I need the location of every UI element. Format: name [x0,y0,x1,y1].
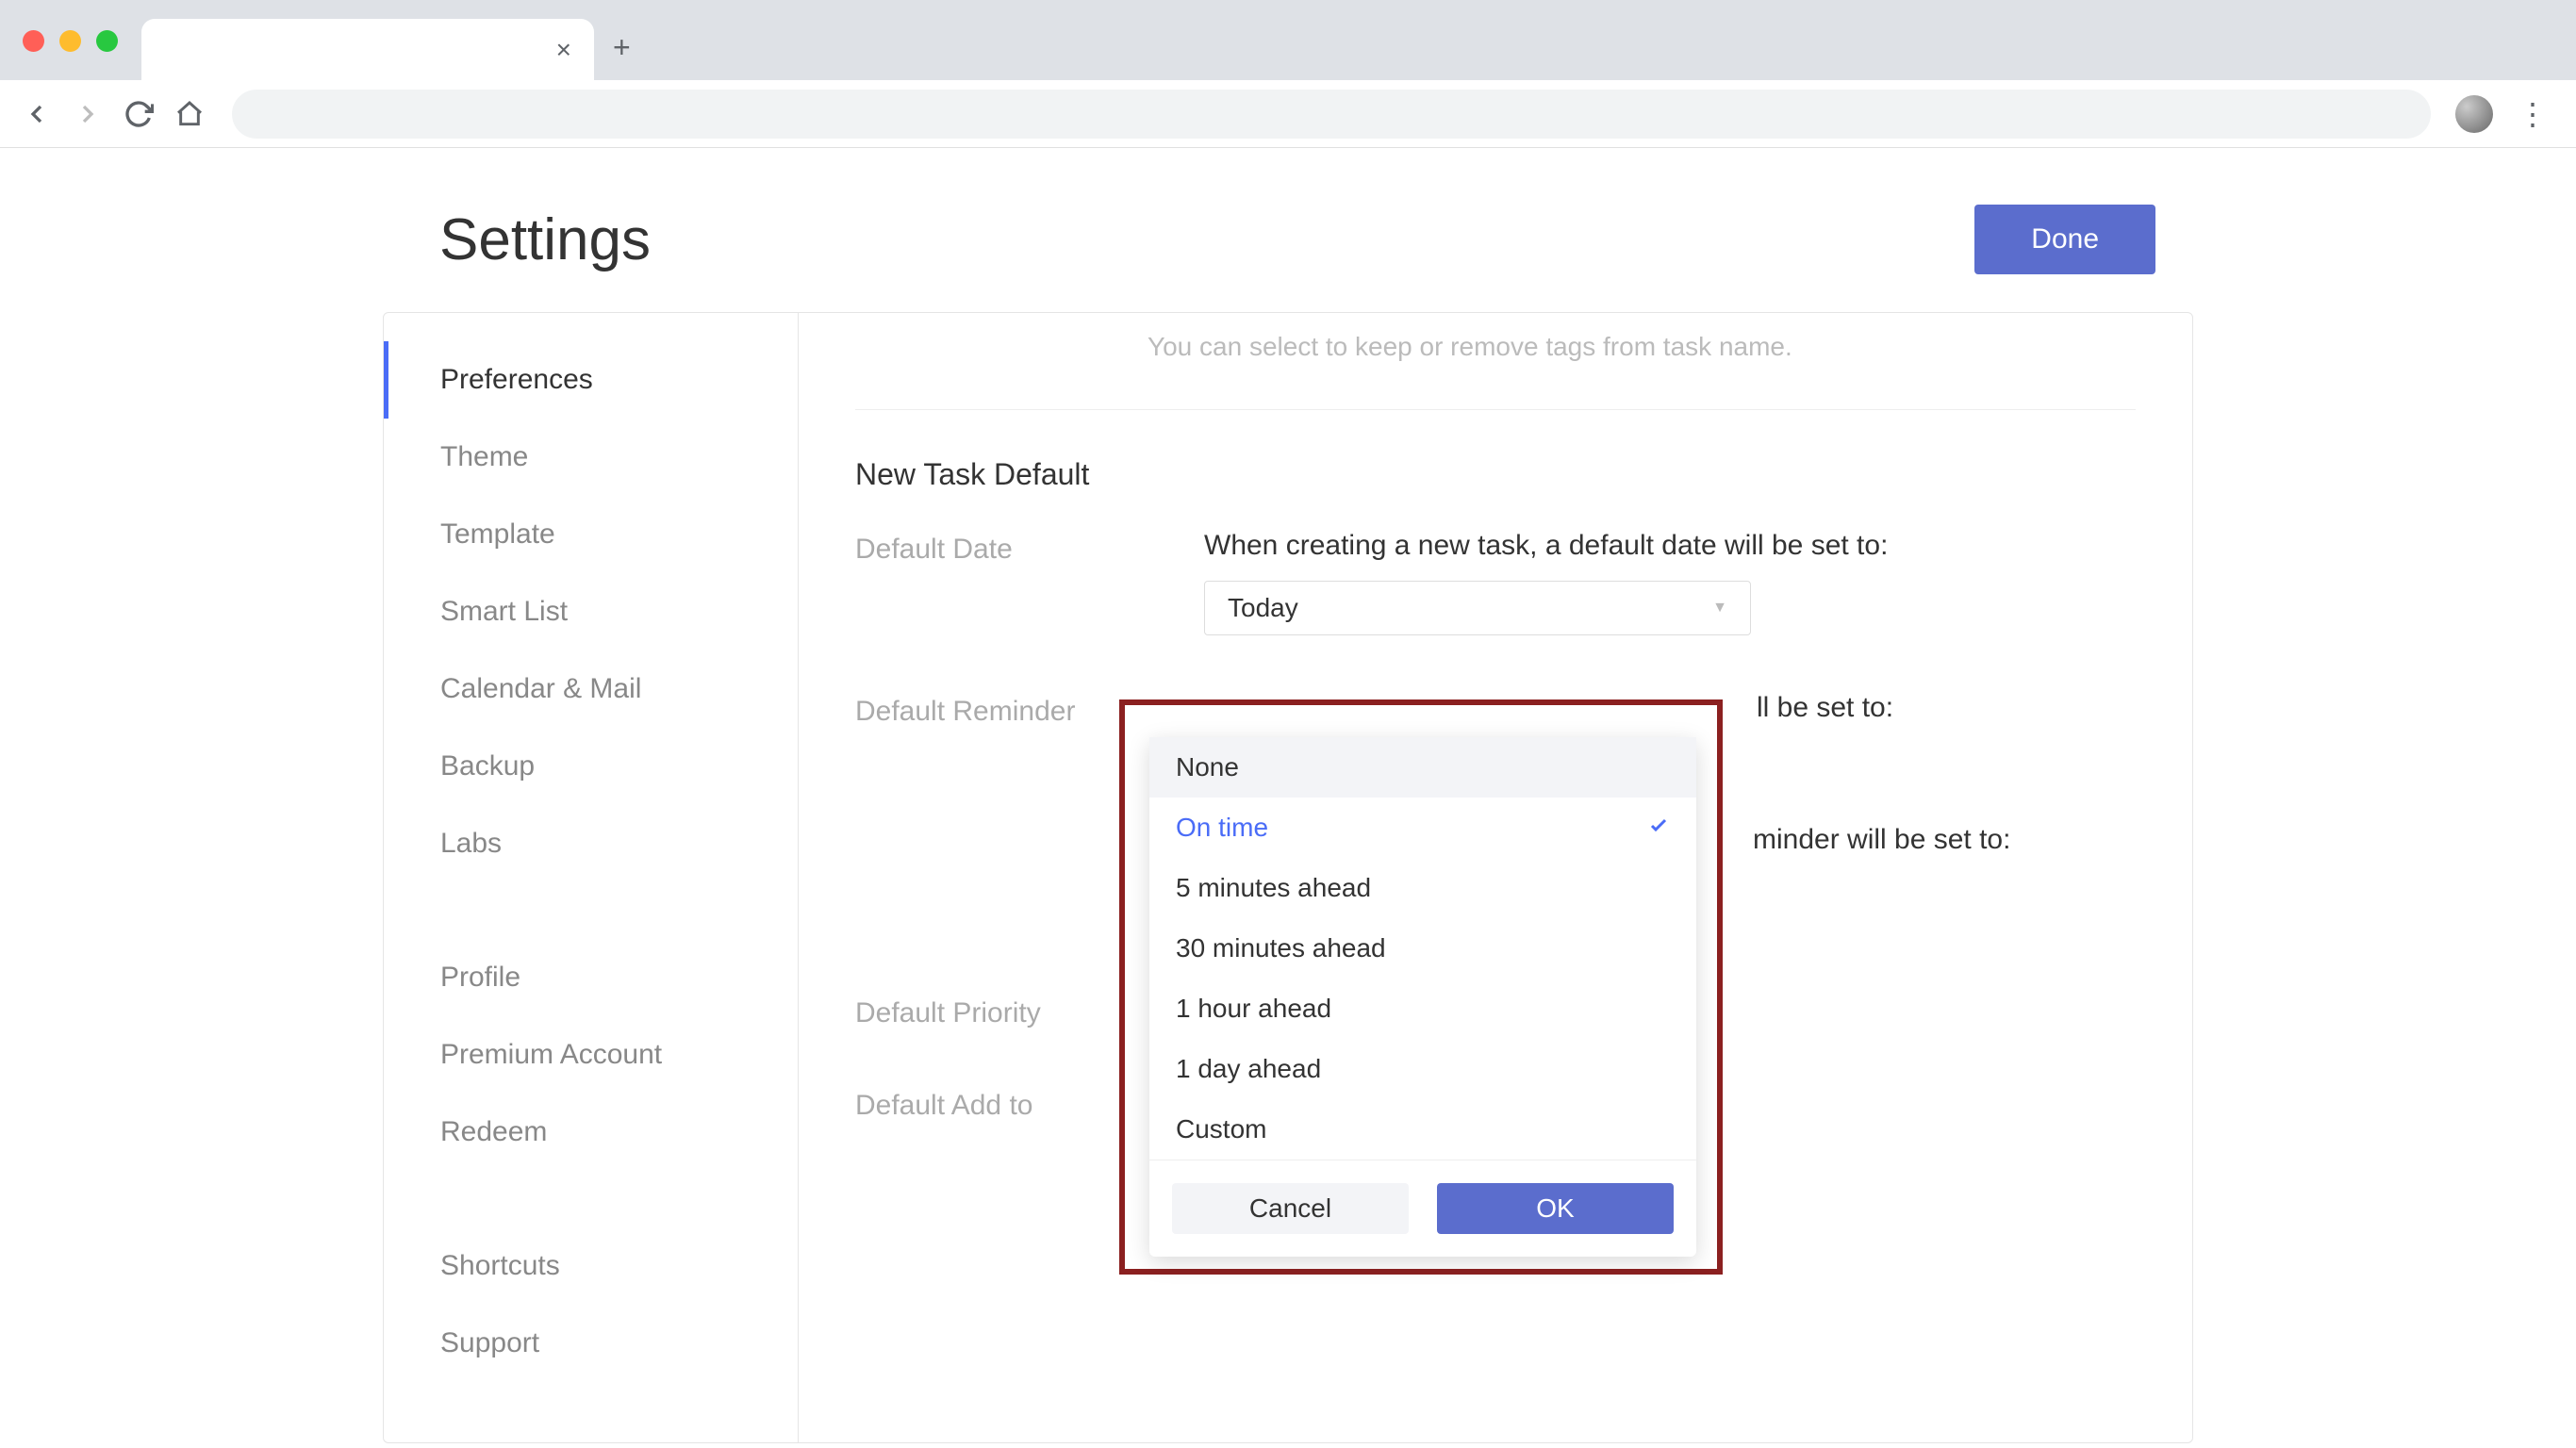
home-button[interactable] [172,96,207,132]
dropdown-item-30-min[interactable]: 30 minutes ahead [1149,918,1696,979]
dropdown-item-1-day[interactable]: 1 day ahead [1149,1039,1696,1099]
check-icon [1647,813,1670,843]
sidebar-item-smart-list[interactable]: Smart List [384,573,798,650]
sidebar-item-backup[interactable]: Backup [384,728,798,805]
browser-chrome: × + [0,0,2576,80]
section-title: New Task Default [855,457,2136,492]
settings-header: Settings Done [383,148,2193,312]
reminder-dropdown: None On time 5 minutes ahead 30 minutes … [1149,737,1696,1257]
minimize-window-button[interactable] [59,30,81,52]
reload-button[interactable] [121,96,157,132]
default-date-select[interactable]: Today ▼ [1204,581,1751,635]
reminder-desc-tail-2: minder will be set to: [1753,824,2010,856]
sidebar-item-shortcuts[interactable]: Shortcuts [384,1227,798,1305]
default-date-label: Default Date [855,530,1204,635]
sidebar-item-redeem[interactable]: Redeem [384,1094,798,1171]
sidebar-item-preferences[interactable]: Preferences [384,341,798,419]
forward-button[interactable] [70,96,106,132]
page-content: Settings Done Preferences Theme Template… [0,148,2576,1443]
settings-body: Preferences Theme Template Smart List Ca… [383,312,2193,1443]
back-button[interactable] [19,96,55,132]
dropdown-item-5-min[interactable]: 5 minutes ahead [1149,858,1696,918]
dropdown-item-1-hour[interactable]: 1 hour ahead [1149,979,1696,1039]
sidebar-item-premium[interactable]: Premium Account [384,1016,798,1094]
sidebar-item-template[interactable]: Template [384,496,798,573]
new-tab-button[interactable]: + [613,30,631,65]
page-title: Settings [439,206,651,273]
close-window-button[interactable] [23,30,44,52]
default-date-desc: When creating a new task, a default date… [1204,530,2136,562]
browser-menu-button[interactable]: ⋮ [2508,96,2557,132]
dropdown-item-custom[interactable]: Custom [1149,1099,1696,1160]
tags-hint-text: You can select to keep or remove tags fr… [855,332,2136,410]
done-button[interactable]: Done [1974,205,2155,274]
sidebar-item-calendar-mail[interactable]: Calendar & Mail [384,650,798,728]
dropdown-actions: Cancel OK [1149,1160,1696,1257]
profile-avatar[interactable] [2455,95,2493,133]
dropdown-item-none[interactable]: None [1149,737,1696,798]
sidebar-item-labs[interactable]: Labs [384,805,798,882]
chevron-down-icon: ▼ [1712,600,1727,617]
window-controls [23,30,118,52]
sidebar-item-theme[interactable]: Theme [384,419,798,496]
settings-main-panel: You can select to keep or remove tags fr… [799,313,2192,1442]
tab-strip: × + [0,0,2576,80]
default-date-row: Default Date When creating a new task, a… [855,530,2136,635]
settings-sidebar: Preferences Theme Template Smart List Ca… [384,313,799,1442]
dropdown-item-on-time[interactable]: On time [1149,798,1696,858]
sidebar-item-support[interactable]: Support [384,1305,798,1382]
sidebar-item-profile[interactable]: Profile [384,939,798,1016]
reminder-desc-tail-1: ll be set to: [1757,692,1893,724]
address-bar[interactable] [232,90,2431,139]
close-tab-icon[interactable]: × [556,35,571,65]
browser-tab[interactable]: × [141,19,594,80]
default-date-value: Today [1228,593,1298,623]
maximize-window-button[interactable] [96,30,118,52]
dropdown-ok-button[interactable]: OK [1437,1183,1674,1234]
browser-toolbar: ⋮ [0,80,2576,148]
dropdown-cancel-button[interactable]: Cancel [1172,1183,1409,1234]
